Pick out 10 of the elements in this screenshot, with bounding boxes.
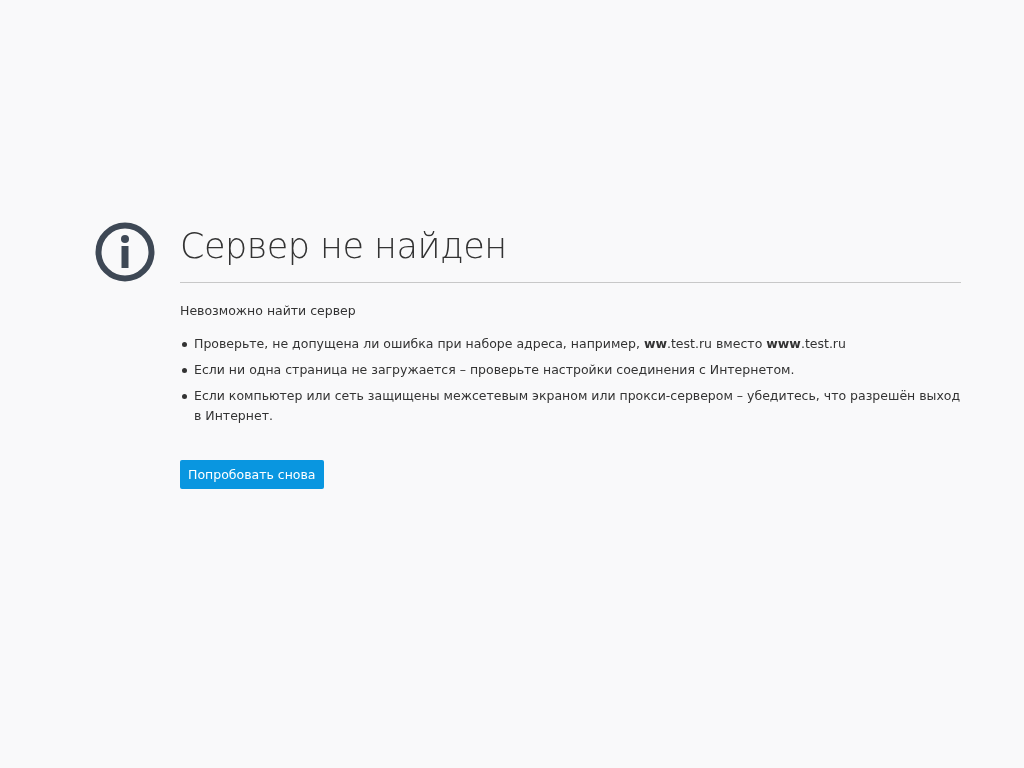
retry-button[interactable]: Попробовать снова — [180, 460, 324, 489]
bullet-icon — [182, 342, 187, 347]
tip-text: Проверьте, не допущена ли ошибка при наборе адреса, например, ww.test.ru вместо www.test.ru — [194, 335, 846, 353]
info-icon — [95, 222, 155, 282]
bullet-icon — [182, 394, 187, 399]
page-title: Сервер не найден — [180, 225, 508, 268]
bullet-icon — [182, 368, 187, 373]
tip-text: Если ни одна страница не загружается – проверьте настройки соединения с Интернетом. — [194, 361, 795, 379]
subtitle: Невозможно найти сервер — [180, 303, 357, 318]
tip-text: Если компьютер или сеть защищены межсетевым экраном или прокси-сервером – убедитесь, что разрешён выход в Интернет. — [194, 387, 961, 425]
